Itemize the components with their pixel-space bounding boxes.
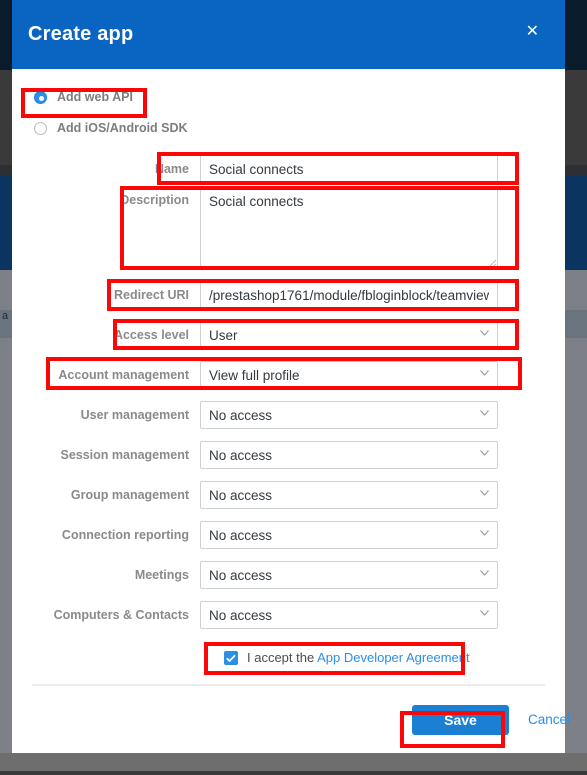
- account-management-select[interactable]: [200, 361, 498, 389]
- page-background-right: [565, 0, 587, 775]
- radio-option-add-web-api[interactable]: Add web API: [34, 90, 133, 104]
- dialog-body: Add web API Add iOS/Android SDK Name Des…: [12, 69, 565, 684]
- label-account-management: Account management: [58, 368, 189, 382]
- session-management-select[interactable]: [200, 441, 498, 469]
- form-row-description: Description: [12, 187, 565, 269]
- footer-divider: [32, 684, 545, 686]
- connection-reporting-select[interactable]: [200, 521, 498, 549]
- form-row-connection-reporting: Connection reporting: [12, 521, 565, 549]
- form-row-group-management: Group management: [12, 481, 565, 509]
- form-row-account-management: Account management: [12, 361, 565, 389]
- dialog-footer: Save Cancel: [12, 684, 570, 753]
- radio-label-sdk: Add iOS/Android SDK: [57, 121, 188, 135]
- page-title: Create app: [28, 23, 134, 45]
- access-level-value[interactable]: [200, 321, 498, 349]
- form-row-access-level: Access level: [12, 321, 565, 349]
- close-icon[interactable]: ✕: [526, 24, 539, 40]
- create-app-dialog: Create app ✕ Add web API Add iOS/Android…: [12, 0, 570, 753]
- accept-agreement-label: I accept the App Developer Agreement: [247, 650, 470, 665]
- page-background-left: [0, 0, 12, 775]
- description-textarea[interactable]: [200, 187, 498, 269]
- access-level-select[interactable]: [200, 321, 498, 349]
- label-access-level: Access level: [113, 328, 189, 342]
- accept-prefix: I accept the: [247, 650, 318, 665]
- form-row-user-management: User management: [12, 401, 565, 429]
- connection-reporting-value[interactable]: [200, 521, 498, 549]
- accept-agreement-checkbox[interactable]: [224, 650, 238, 665]
- group-management-select[interactable]: [200, 481, 498, 509]
- redirect-uri-input[interactable]: [200, 281, 498, 309]
- cancel-button[interactable]: Cancel: [528, 712, 570, 727]
- label-session-management: Session management: [60, 448, 189, 462]
- label-group-management: Group management: [70, 488, 189, 502]
- radio-option-add-sdk[interactable]: Add iOS/Android SDK: [34, 121, 188, 135]
- save-button[interactable]: Save: [412, 705, 509, 735]
- label-redirect-uri: Redirect URI: [113, 288, 189, 302]
- form-row-computers-contacts: Computers & Contacts: [12, 601, 565, 629]
- label-description: Description: [120, 193, 189, 207]
- label-name: Name: [154, 162, 189, 176]
- name-input[interactable]: [200, 155, 498, 183]
- user-management-select[interactable]: [200, 401, 498, 429]
- background-glyph: a: [2, 310, 9, 322]
- dialog-header: Create app ✕: [12, 0, 565, 69]
- form-row-name: Name: [12, 155, 565, 183]
- form-row-redirect-uri: Redirect URI: [12, 281, 565, 309]
- radio-indicator-sdk[interactable]: [34, 121, 47, 135]
- meetings-value[interactable]: [200, 561, 498, 589]
- label-user-management: User management: [80, 408, 189, 422]
- account-management-value[interactable]: [200, 361, 498, 389]
- page-background-bottom-edge: [0, 771, 587, 775]
- meetings-select[interactable]: [200, 561, 498, 589]
- label-meetings: Meetings: [134, 568, 189, 582]
- user-management-value[interactable]: [200, 401, 498, 429]
- form-row-meetings: Meetings: [12, 561, 565, 589]
- computers-contacts-value[interactable]: [200, 601, 498, 629]
- radio-indicator-web-api[interactable]: [34, 90, 47, 104]
- session-management-value[interactable]: [200, 441, 498, 469]
- app-developer-agreement-link[interactable]: App Developer Agreement: [317, 650, 469, 665]
- group-management-value[interactable]: [200, 481, 498, 509]
- label-computers-contacts: Computers & Contacts: [53, 608, 189, 622]
- accept-agreement-row[interactable]: I accept the App Developer Agreement: [224, 650, 470, 665]
- form-row-session-management: Session management: [12, 441, 565, 469]
- label-connection-reporting: Connection reporting: [61, 528, 189, 542]
- radio-label-web-api: Add web API: [57, 90, 133, 104]
- computers-contacts-select[interactable]: [200, 601, 498, 629]
- check-icon: [226, 654, 236, 662]
